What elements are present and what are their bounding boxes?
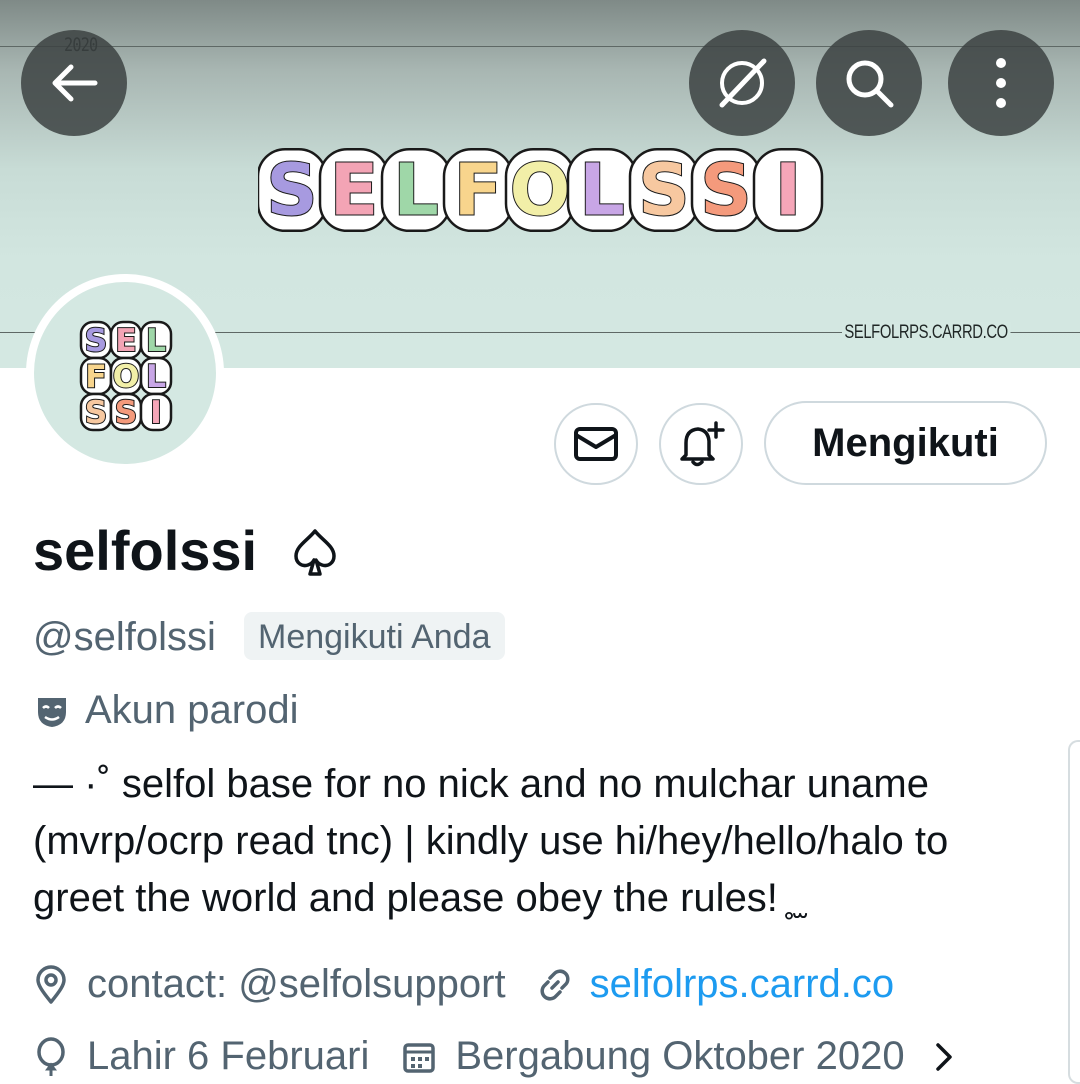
banner-url-text: SELFOLRPS.CARRD.CO — [842, 322, 1011, 344]
banner-logo-letter: S — [690, 147, 762, 232]
svg-text:S: S — [266, 148, 317, 231]
svg-text:O: O — [113, 359, 140, 395]
following-button[interactable]: Mengikuti — [764, 401, 1047, 485]
follows-you-badge: Mengikuti Anda — [244, 612, 505, 660]
avatar-logo-letter: I — [139, 392, 173, 432]
grok-button[interactable] — [689, 30, 795, 136]
profile-avatar[interactable]: SELFOLSSI — [26, 274, 224, 472]
svg-text:I: I — [775, 148, 802, 231]
location-pin-icon — [36, 964, 66, 1004]
svg-text:L: L — [146, 359, 166, 395]
svg-text:O: O — [510, 148, 571, 231]
svg-text:S: S — [638, 148, 689, 231]
bio-line: (mvrp/ocrp read tnc) | kindly use hi/hey… — [33, 819, 949, 863]
display-name: selfolssi — [33, 519, 258, 582]
back-button[interactable] — [21, 30, 127, 136]
notify-button[interactable] — [659, 403, 743, 485]
svg-text:L: L — [579, 148, 625, 231]
svg-text:L: L — [393, 148, 439, 231]
birthday-joined-row: Lahir 6 Februari Bergabung Oktober 2020 — [33, 1034, 955, 1079]
avatar-logo-letter: E — [109, 320, 143, 360]
bio-line: — ·˚ selfol base for no nick and no mulc… — [33, 762, 929, 806]
slash-circle-icon — [719, 58, 767, 108]
svg-text:S: S — [700, 148, 751, 231]
more-vertical-icon — [996, 58, 1006, 108]
banner-logo-letter: I — [752, 147, 824, 232]
banner-logo-letter: S — [256, 147, 328, 232]
link-icon — [540, 968, 570, 1001]
svg-text:I: I — [150, 395, 162, 431]
svg-text:F: F — [454, 148, 503, 231]
spade-icon — [288, 526, 342, 584]
avatar-logo-letter: L — [139, 356, 173, 396]
scrollbar[interactable] — [1068, 740, 1080, 1084]
svg-text:S: S — [85, 395, 108, 431]
avatar-logo-letter: O — [109, 356, 143, 396]
envelope-icon — [574, 427, 618, 461]
avatar-logo-letter: S — [79, 320, 113, 360]
more-button[interactable] — [948, 30, 1054, 136]
avatar-logo: S E LF O LS S I — [79, 320, 173, 432]
parody-label: Akun parodi — [85, 688, 299, 732]
svg-text:S: S — [85, 323, 108, 359]
avatar-logo-letter: S — [79, 392, 113, 432]
banner-logo-letter: O — [504, 147, 576, 232]
location-website-row: contact: @selfolsupport selfolrps.carrd.… — [33, 962, 894, 1007]
profile-bio: — ·˚ selfol base for no nick and no mulc… — [33, 756, 1053, 927]
mask-icon — [38, 697, 66, 727]
following-button-label: Mengikuti — [812, 420, 999, 465]
search-icon — [846, 60, 894, 108]
birthday-text: Lahir 6 Februari — [87, 1034, 370, 1078]
svg-text:E: E — [115, 323, 137, 359]
banner-logo: SELFOLSSI — [256, 140, 824, 244]
parody-label-row: Akun parodi — [33, 688, 298, 733]
avatar-logo-letter: L — [139, 320, 173, 360]
balloon-icon — [37, 1036, 65, 1076]
svg-text:S: S — [115, 395, 138, 431]
banner-logo-letter: S — [628, 147, 700, 232]
banner-logo-letter: E — [318, 147, 390, 232]
banner-logo-letter: F — [442, 147, 514, 232]
banner-line-top — [0, 46, 1080, 47]
bio-line: greet the world and please obey the rule… — [33, 876, 801, 920]
avatar-logo-letter: F — [79, 356, 113, 396]
banner-logo-letter: L — [566, 147, 638, 232]
joined-text: Bergabung Oktober 2020 — [455, 1034, 905, 1078]
banner-logo-letter: L — [380, 147, 452, 232]
calendar-icon — [403, 1042, 436, 1073]
svg-text:E: E — [330, 148, 379, 231]
website-link[interactable]: selfolrps.carrd.co — [590, 962, 895, 1007]
location-text: contact: @selfolsupport — [87, 962, 506, 1006]
svg-text:L: L — [146, 323, 166, 359]
svg-text:F: F — [85, 359, 107, 395]
chevron-right-icon[interactable] — [933, 1040, 955, 1074]
message-button[interactable] — [554, 403, 638, 485]
profile-handle: @selfolssi — [33, 615, 216, 659]
avatar-logo-letter: S — [109, 392, 143, 432]
bell-plus-icon — [680, 421, 725, 467]
search-button[interactable] — [816, 30, 922, 136]
arrow-left-icon — [52, 64, 98, 102]
